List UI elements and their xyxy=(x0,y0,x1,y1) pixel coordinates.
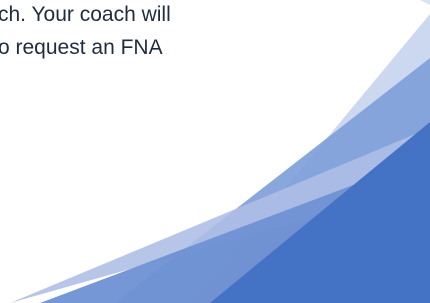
document-page: ch. Your coach will o request an FNA xyxy=(0,0,430,303)
body-text: ch. Your coach will o request an FNA xyxy=(0,0,420,64)
body-text-line: o request an FNA xyxy=(0,36,163,59)
body-text-line: ch. Your coach will xyxy=(0,3,171,26)
pale-blue-sliver xyxy=(420,0,430,5)
